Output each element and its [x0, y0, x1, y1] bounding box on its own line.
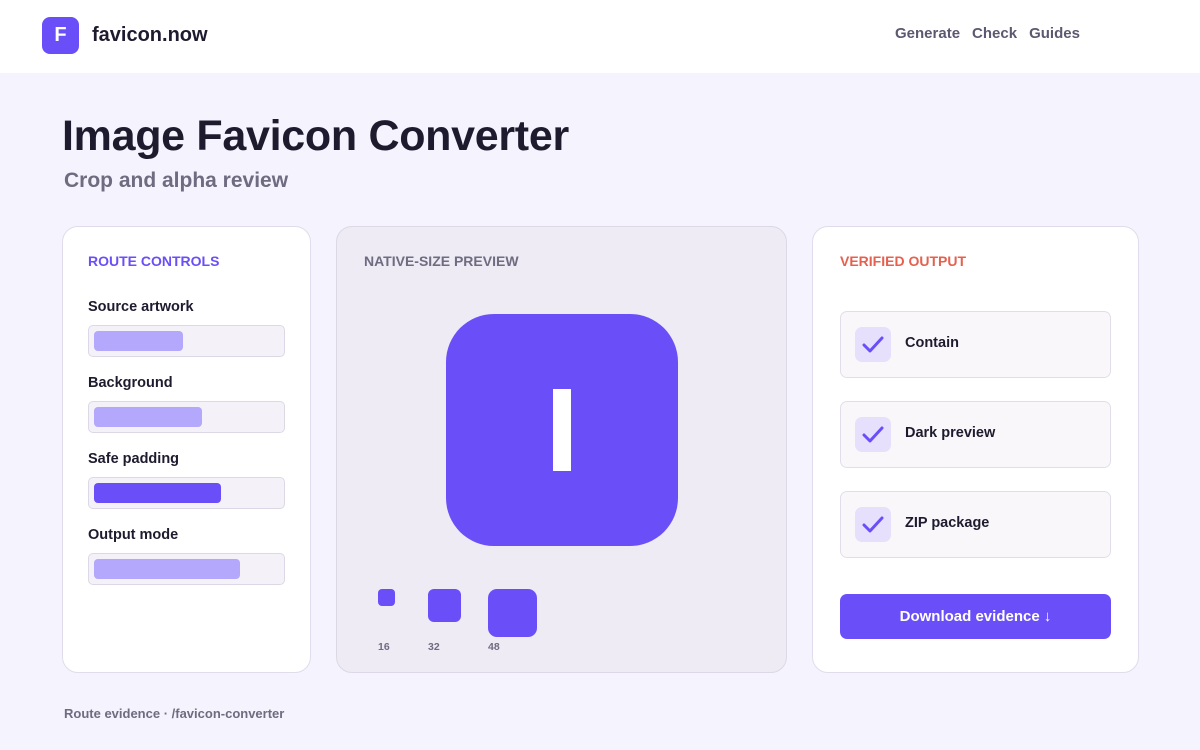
check-item-label: Contain — [905, 335, 959, 351]
route-controls-card: ROUTE CONTROLS Source artwork Background… — [62, 226, 311, 673]
size-label-16: 16 — [378, 641, 390, 653]
control-label: Background — [88, 375, 173, 391]
check-item-zip-package[interactable]: ZIP package — [840, 491, 1111, 558]
route-evidence-footer: Route evidence · /favicon-converter — [64, 706, 285, 721]
source-artwork-slider[interactable] — [88, 325, 285, 357]
background-control: Background — [88, 375, 285, 433]
background-slider[interactable] — [88, 401, 285, 433]
favicon-preview-32 — [428, 589, 461, 622]
favicon-glyph-bar — [553, 389, 571, 471]
control-label: Safe padding — [88, 451, 180, 467]
check-item-label: ZIP package — [905, 515, 990, 531]
main-nav: Generate Check Guides — [895, 25, 1080, 42]
favicon-preview-48 — [488, 589, 537, 637]
check-item-label: Dark preview — [905, 425, 996, 441]
page-subtitle: Crop and alpha review — [64, 169, 289, 192]
page-title: Image Favicon Converter — [62, 112, 569, 160]
output-mode-control: Output mode — [88, 527, 285, 585]
control-label: Output mode — [88, 527, 179, 543]
size-label-32: 32 — [428, 641, 440, 653]
verified-output-heading: VERIFIED OUTPUT — [840, 253, 967, 269]
check-item-dark-preview[interactable]: Dark preview — [840, 401, 1111, 468]
native-size-preview-card: NATIVE-SIZE PREVIEW 16 32 48 — [336, 226, 787, 673]
safe-padding-control: Safe padding — [88, 451, 285, 509]
slider-fill — [94, 407, 202, 427]
verified-output-card: VERIFIED OUTPUT Contain Dark preview ZIP… — [812, 226, 1139, 673]
logo-icon[interactable]: F — [42, 17, 79, 54]
nav-check-link[interactable]: Check — [972, 25, 1017, 42]
route-controls-heading: ROUTE CONTROLS — [88, 253, 220, 269]
slider-fill — [94, 331, 183, 351]
slider-fill — [94, 559, 240, 579]
top-navigation-bar: F favicon.now Generate Check Guides — [0, 0, 1200, 73]
output-mode-slider[interactable] — [88, 553, 285, 585]
control-label: Source artwork — [88, 299, 194, 315]
checkmark-icon — [855, 417, 891, 452]
check-item-contain[interactable]: Contain — [840, 311, 1111, 378]
slider-fill — [94, 483, 221, 503]
source-artwork-control: Source artwork — [88, 299, 285, 357]
nav-guides-link[interactable]: Guides — [1029, 25, 1080, 42]
native-size-preview-heading: NATIVE-SIZE PREVIEW — [364, 253, 519, 269]
nav-generate-link[interactable]: Generate — [895, 25, 960, 42]
favicon-preview-16 — [378, 589, 395, 606]
brand-name[interactable]: favicon.now — [92, 24, 208, 47]
favicon-large-preview — [446, 314, 678, 546]
safe-padding-slider[interactable] — [88, 477, 285, 509]
checkmark-icon — [855, 327, 891, 362]
checkmark-icon — [855, 507, 891, 542]
download-evidence-button[interactable]: Download evidence ↓ — [840, 594, 1111, 639]
size-label-48: 48 — [488, 641, 500, 653]
